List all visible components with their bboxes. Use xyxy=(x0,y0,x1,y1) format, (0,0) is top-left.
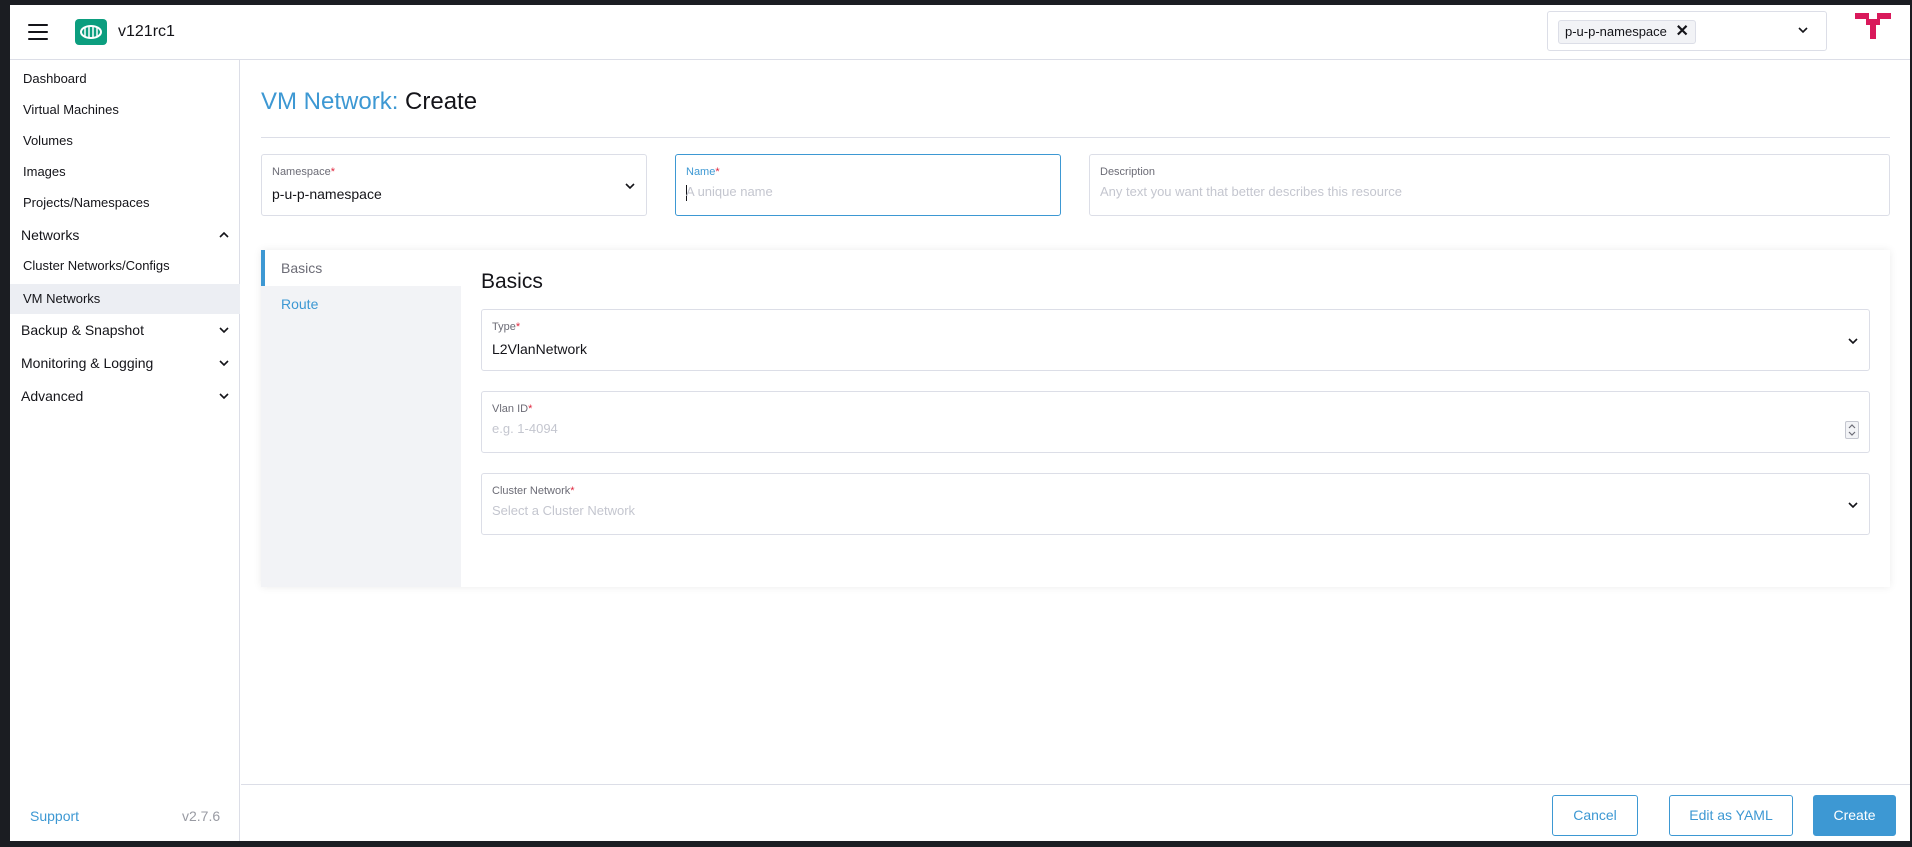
cluster-network-label: Cluster Network* xyxy=(492,485,575,497)
sidebar-item-cluster-networks[interactable]: Cluster Networks/Configs xyxy=(10,253,240,279)
namespace-filter-select[interactable]: p-u-p-namespace ✕ xyxy=(1547,11,1827,51)
vlan-id-input[interactable]: Vlan ID* e.g. 1-4094 xyxy=(481,391,1870,453)
namespace-select[interactable]: Namespace* p-u-p-namespace xyxy=(261,154,647,216)
namespace-chip-label: p-u-p-namespace xyxy=(1565,24,1667,39)
page-title-action: Create xyxy=(405,88,478,115)
namespace-chip: p-u-p-namespace ✕ xyxy=(1558,20,1696,44)
cancel-button[interactable]: Cancel xyxy=(1552,795,1638,836)
sidebar-group-label: Monitoring & Logging xyxy=(21,355,154,371)
remove-chip-icon[interactable]: ✕ xyxy=(1675,21,1688,43)
version-label: v2.7.6 xyxy=(182,808,221,824)
page-title: VM Network: Create xyxy=(261,88,477,116)
type-label: Type* xyxy=(492,321,521,333)
user-avatar-icon[interactable] xyxy=(1855,13,1893,51)
cluster-name: v121rc1 xyxy=(118,23,175,40)
sidebar-group-advanced[interactable]: Advanced xyxy=(10,382,240,410)
namespace-label: Namespace* xyxy=(272,166,335,178)
form-footer: Cancel Edit as YAML Create xyxy=(241,784,1910,841)
sidebar-group-networks[interactable]: Networks xyxy=(10,221,240,249)
name-label: Name* xyxy=(686,166,720,178)
description-label: Description xyxy=(1100,166,1156,178)
chevron-down-icon xyxy=(219,393,229,400)
top-header: v121rc1 p-u-p-namespace ✕ xyxy=(10,5,1910,60)
vlan-id-placeholder: e.g. 1-4094 xyxy=(492,421,558,436)
sidebar: Dashboard Virtual Machines Volumes Image… xyxy=(10,60,240,841)
cluster-network-select[interactable]: Cluster Network* Select a Cluster Networ… xyxy=(481,473,1870,535)
sidebar-item-dashboard[interactable]: Dashboard xyxy=(10,66,240,92)
description-placeholder: Any text you want that better describes … xyxy=(1100,184,1403,199)
app-window: v121rc1 p-u-p-namespace ✕ Dashboard Virt… xyxy=(10,5,1910,841)
support-link[interactable]: Support xyxy=(30,808,79,824)
chevron-down-icon xyxy=(219,327,229,334)
edit-as-yaml-button[interactable]: Edit as YAML xyxy=(1669,795,1793,836)
namespace-value: p-u-p-namespace xyxy=(272,186,382,202)
number-stepper-icon[interactable] xyxy=(1845,421,1859,439)
title-divider xyxy=(261,137,1890,138)
sidebar-item-virtual-machines[interactable]: Virtual Machines xyxy=(10,97,240,123)
page-title-prefix[interactable]: VM Network: xyxy=(261,88,398,115)
name-field[interactable]: Name* A unique name xyxy=(675,154,1061,216)
name-placeholder: A unique name xyxy=(686,184,773,199)
tabbed-panel: Basics Route Basics Type* L2VlanNetwork … xyxy=(261,250,1890,587)
tab-list: Basics Route xyxy=(261,250,461,587)
menu-icon[interactable] xyxy=(28,24,48,40)
harvester-logo[interactable] xyxy=(75,19,107,45)
chevron-down-icon xyxy=(625,183,635,190)
vlan-id-label: Vlan ID* xyxy=(492,403,533,415)
sidebar-item-vm-networks[interactable]: VM Networks xyxy=(10,284,240,314)
description-field[interactable]: Description Any text you want that bette… xyxy=(1089,154,1890,216)
cluster-network-placeholder: Select a Cluster Network xyxy=(492,503,636,518)
type-select[interactable]: Type* L2VlanNetwork xyxy=(481,309,1870,371)
sidebar-group-label: Advanced xyxy=(21,388,84,404)
chevron-down-icon xyxy=(219,360,229,367)
section-title: Basics xyxy=(481,270,543,293)
chevron-down-icon xyxy=(1848,502,1858,509)
chevron-down-icon[interactable] xyxy=(1796,23,1810,37)
sidebar-item-images[interactable]: Images xyxy=(10,159,240,185)
tab-route[interactable]: Route xyxy=(261,286,461,322)
create-button[interactable]: Create xyxy=(1813,795,1896,836)
chevron-down-icon xyxy=(1848,338,1858,345)
sidebar-group-label: Networks xyxy=(21,227,80,243)
sidebar-item-volumes[interactable]: Volumes xyxy=(10,128,240,154)
sidebar-item-projects-namespaces[interactable]: Projects/Namespaces xyxy=(10,190,240,216)
sidebar-group-monitoring-logging[interactable]: Monitoring & Logging xyxy=(10,349,240,377)
chevron-up-icon xyxy=(219,231,229,238)
sidebar-group-backup-snapshot[interactable]: Backup & Snapshot xyxy=(10,316,240,344)
sidebar-group-label: Backup & Snapshot xyxy=(21,322,144,338)
tab-basics[interactable]: Basics xyxy=(261,250,461,286)
main-content: VM Network: Create Namespace* p-u-p-name… xyxy=(241,60,1910,841)
type-value: L2VlanNetwork xyxy=(492,341,587,357)
